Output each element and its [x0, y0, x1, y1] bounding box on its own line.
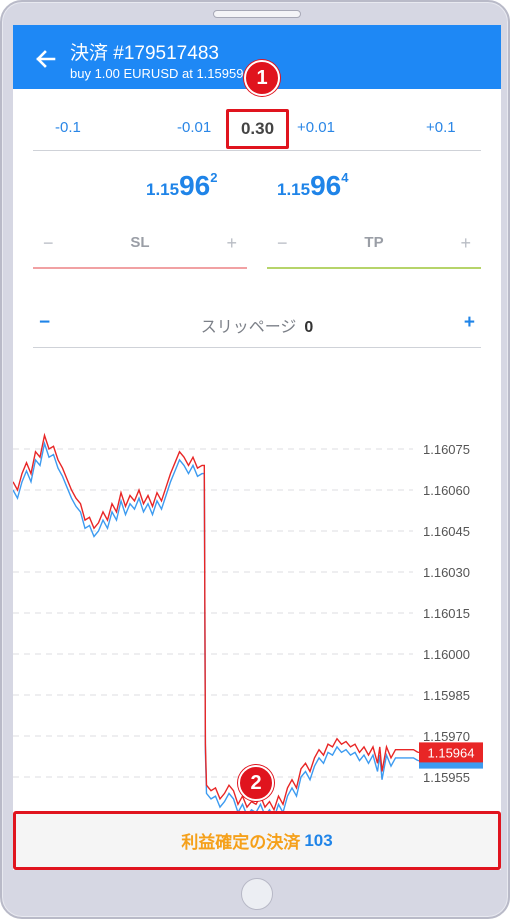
order-subtitle: buy 1.00 EURUSD at 1.15959: [70, 66, 244, 81]
volume-decrease-0.1-button[interactable]: -0.1: [55, 119, 81, 136]
y-tick-label: 1.16000: [423, 647, 470, 662]
annotation-marker-1: 1: [244, 60, 280, 96]
y-tick-label: 1.16045: [423, 524, 470, 539]
y-tick-label: 1.16015: [423, 606, 470, 621]
slippage-text: スリッページ 0: [200, 319, 314, 336]
tp-label: TP: [364, 234, 384, 251]
slippage-field: − スリッページ 0 +: [33, 303, 481, 348]
y-tick-label: 1.16075: [423, 442, 470, 457]
volume-row: -0.1 -0.01 0.30 +0.01 +0.1: [13, 109, 501, 149]
sl-underline: [33, 267, 247, 269]
volume-increase-0.1-button[interactable]: +0.1: [426, 119, 456, 136]
price-chart[interactable]: 1.16075 1.16060 1.16045 1.16030 1.16015 1.160…: [13, 395, 501, 815]
y-tick-label: 1.15970: [423, 729, 470, 744]
home-button[interactable]: [241, 878, 273, 910]
ask-line: [13, 440, 419, 815]
volume-decrease-0.01-button[interactable]: -0.01: [177, 119, 211, 136]
volume-increase-0.01-button[interactable]: +0.01: [297, 119, 335, 136]
volume-underline: [33, 150, 481, 151]
annotation-marker-2: 2: [238, 765, 274, 801]
slippage-value: 0: [304, 319, 314, 336]
y-tick-label: 1.15985: [423, 688, 470, 703]
slippage-plus-button[interactable]: +: [464, 312, 475, 334]
phone-frame: 決済 #179517483 buy 1.00 EURUSD at 1.15959…: [0, 0, 510, 919]
stop-loss-field[interactable]: − SL +: [33, 225, 247, 269]
volume-value[interactable]: 0.30: [226, 109, 289, 149]
speaker-slot: [213, 10, 301, 18]
y-tick-label: 1.16060: [423, 483, 470, 498]
sl-label: SL: [130, 234, 150, 251]
screen: 決済 #179517483 buy 1.00 EURUSD at 1.15959…: [13, 25, 501, 870]
bid-line: [13, 432, 419, 812]
tp-underline: [267, 267, 481, 269]
take-profit-field[interactable]: − TP +: [267, 225, 481, 269]
y-tick-label: 1.15955: [423, 770, 470, 785]
bid-price: 1.15962: [146, 170, 218, 201]
y-tick-label: 1.16030: [423, 565, 470, 580]
page-title: 決済 #179517483: [70, 43, 219, 64]
arrow-left-icon: [36, 50, 56, 68]
tp-plus-button[interactable]: +: [460, 233, 471, 254]
close-with-profit-button[interactable]: 利益確定の決済 103: [13, 811, 501, 870]
profit-value: 103: [304, 830, 333, 850]
current-price-label: 1.15964: [428, 745, 475, 760]
slippage-underline: [33, 347, 481, 348]
ask-price: 1.15964: [277, 170, 349, 201]
back-arrow-icon[interactable]: [33, 47, 57, 71]
sl-plus-button[interactable]: +: [226, 233, 237, 254]
